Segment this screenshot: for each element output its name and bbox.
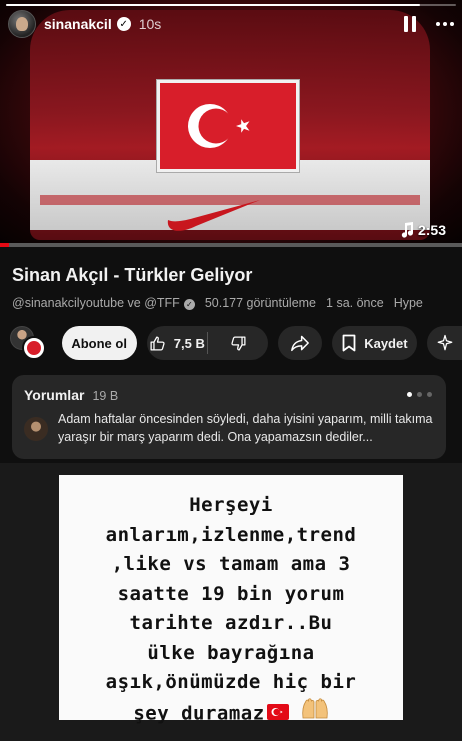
note-line: Herşeyi <box>189 494 273 516</box>
turkish-flag-image <box>157 80 299 172</box>
commenter-avatar <box>24 417 48 441</box>
raised-hands-icon <box>302 697 328 718</box>
story-header: sinanakcil ✓ 10s <box>8 8 454 40</box>
verified-badge-icon: ✓ <box>116 17 131 31</box>
share-button[interactable] <box>278 326 323 360</box>
like-button[interactable]: 7,5 B <box>147 326 207 360</box>
video-meta: @sinanakcilyoutube ve @TFF ✓ 50.177 görün… <box>12 296 423 310</box>
note-line: ,like vs tamam ama 3 <box>111 553 351 575</box>
hype-link[interactable]: Hype <box>394 296 423 310</box>
channel-names-text[interactable]: @sinanakcilyoutube ve @TFF <box>12 296 180 310</box>
note-line: aşık,önümüzde hiç bir <box>105 671 357 693</box>
note-line: ülke bayrağına <box>147 641 315 664</box>
action-bar: Abone ol 7,5 B Kaydet <box>10 326 462 360</box>
like-dislike-group: 7,5 B <box>146 326 269 360</box>
youtube-info-panel: Sinan Akçıl - Türkler Geliyor @sinanakci… <box>0 247 462 463</box>
like-count: 7,5 B <box>173 335 205 351</box>
note-line: anlarım,izlenme,trend <box>105 523 357 546</box>
share-icon <box>291 335 310 352</box>
upload-time: 1 sa. önce <box>326 296 384 310</box>
comments-title: Yorumlar <box>24 387 85 403</box>
subscribe-button[interactable]: Abone ol <box>61 326 137 360</box>
channel-avatars[interactable] <box>10 326 49 360</box>
profile-avatar[interactable] <box>8 10 36 38</box>
channel-names[interactable]: @sinanakcilyoutube ve @TFF ✓ <box>12 296 195 310</box>
duration-text: 2:53 <box>417 222 446 238</box>
note-text: Herşeyi anlarım,izlenme,trend ,like vs t… <box>59 491 403 729</box>
pause-icon[interactable] <box>404 16 416 32</box>
story-time: 10s <box>138 16 162 32</box>
clip-button[interactable] <box>427 326 462 360</box>
more-options-icon[interactable] <box>436 22 454 26</box>
note-line-text: şey duramaz <box>133 701 265 724</box>
text-note-card: Herşeyi anlarım,izlenme,trend ,like vs t… <box>59 475 403 724</box>
emoji-group <box>266 697 329 730</box>
carousel-dots <box>407 392 432 397</box>
comments-header: Yorumlar 19 B <box>24 387 118 403</box>
comments-preview[interactable]: Yorumlar 19 B Adam haftalar öncesinden s… <box>12 375 446 459</box>
nike-swoosh-icon <box>167 200 260 231</box>
save-button[interactable]: Kaydet <box>332 326 418 360</box>
save-label: Kaydet <box>364 335 408 351</box>
verified-channel-icon: ✓ <box>183 299 195 310</box>
note-line: saatte 19 bin yorum <box>117 582 345 605</box>
note-line-last: şey duramaz <box>59 697 403 730</box>
dislike-button[interactable] <box>208 326 268 360</box>
channel-avatar-tff <box>22 336 46 360</box>
comments-count: 19 B <box>92 389 119 403</box>
music-note-icon <box>401 222 413 238</box>
username[interactable]: sinanakcil <box>44 16 112 32</box>
story-progress-bar <box>6 4 456 6</box>
story-background: Herşeyi anlarım,izlenme,trend ,like vs t… <box>0 463 462 741</box>
story-progress-fill <box>6 4 420 6</box>
thumbs-up-icon <box>150 335 165 351</box>
view-count: 50.177 görüntüleme <box>204 296 317 310</box>
top-comment-text: Adam haftalar öncesinden söyledi, daha i… <box>58 412 433 444</box>
sparkle-icon <box>437 334 453 351</box>
note-line: tarihte azdır..Bu <box>129 612 333 634</box>
video-duration: 2:53 <box>400 222 446 238</box>
thumbs-down-icon <box>230 335 246 351</box>
turkey-flag-icon <box>266 703 289 720</box>
video-title[interactable]: Sinan Akçıl - Türkler Geliyor <box>12 265 252 286</box>
bookmark-icon <box>342 334 356 352</box>
